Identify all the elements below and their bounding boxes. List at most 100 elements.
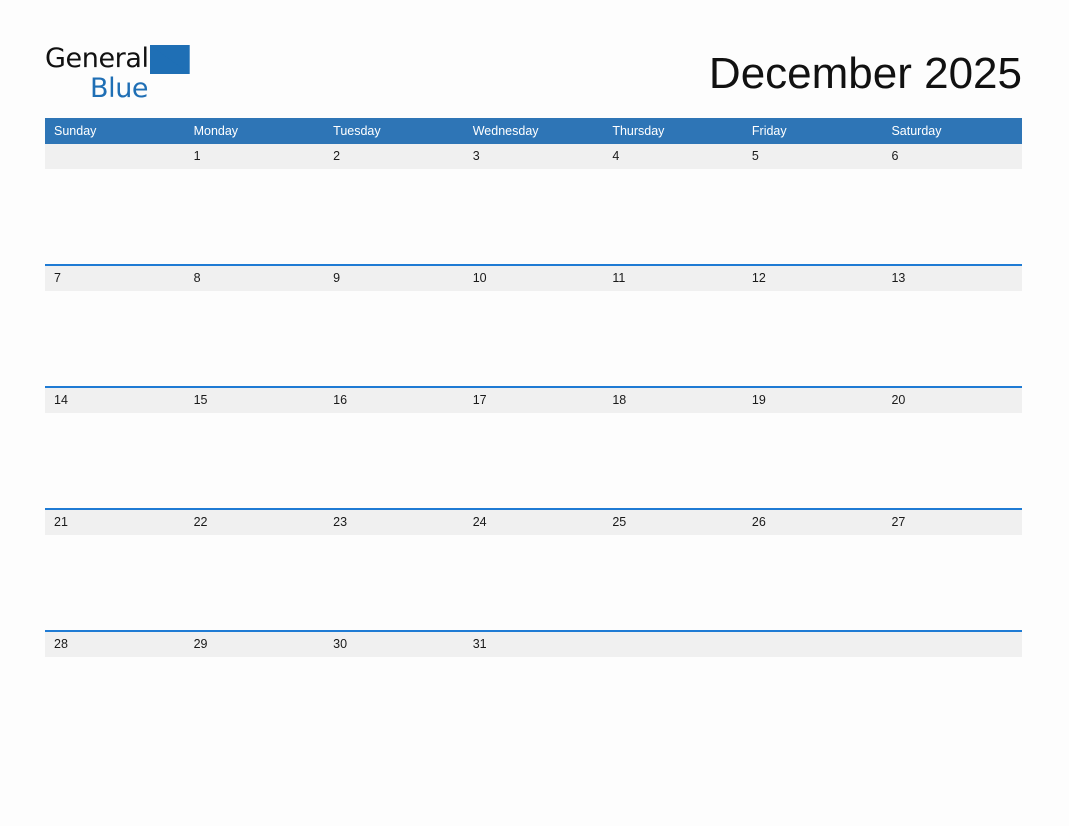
day-note-area[interactable] [743,535,883,630]
date-cell[interactable]: 22 [185,510,325,535]
date-cell[interactable]: 13 [882,266,1022,291]
date-cell[interactable]: 21 [45,510,185,535]
calendar-week-row: 14 15 16 17 18 19 20 [45,386,1022,508]
date-cell[interactable]: 9 [324,266,464,291]
calendar-grid: Sunday Monday Tuesday Wednesday Thursday… [45,118,1022,752]
day-note-area[interactable] [882,535,1022,630]
date-cell[interactable] [743,632,883,657]
day-note-area[interactable] [185,413,325,508]
date-cell[interactable]: 29 [185,632,325,657]
date-cell[interactable]: 28 [45,632,185,657]
day-note-area[interactable] [324,535,464,630]
date-cell[interactable] [603,632,743,657]
logo-text-general: General [45,43,149,74]
day-note-area[interactable] [882,291,1022,386]
week-note-band [45,535,1022,630]
day-note-area[interactable] [324,291,464,386]
week-date-band: 7 8 9 10 11 12 13 [45,266,1022,291]
date-cell[interactable]: 24 [464,510,604,535]
day-note-area[interactable] [603,657,743,752]
day-note-area[interactable] [603,169,743,264]
week-note-band [45,657,1022,752]
day-note-area[interactable] [45,291,185,386]
day-note-area[interactable] [324,413,464,508]
date-cell[interactable]: 11 [603,266,743,291]
day-note-area[interactable] [185,657,325,752]
date-cell[interactable]: 17 [464,388,604,413]
date-cell[interactable]: 5 [743,144,883,169]
day-note-area[interactable] [743,291,883,386]
date-cell[interactable]: 25 [603,510,743,535]
weekday-header-friday: Friday [751,124,787,138]
date-cell[interactable]: 10 [464,266,604,291]
day-note-area[interactable] [464,291,604,386]
day-note-area[interactable] [324,657,464,752]
day-note-area[interactable] [464,413,604,508]
date-cell[interactable]: 12 [743,266,883,291]
day-note-area[interactable] [45,535,185,630]
date-cell[interactable]: 27 [882,510,1022,535]
date-cell[interactable]: 31 [464,632,604,657]
date-cell[interactable]: 8 [185,266,325,291]
day-note-area[interactable] [603,535,743,630]
day-note-area[interactable] [45,413,185,508]
day-note-area[interactable] [185,291,325,386]
week-date-band: 14 15 16 17 18 19 20 [45,388,1022,413]
date-cell[interactable]: 2 [324,144,464,169]
day-note-area[interactable] [882,657,1022,752]
week-date-band: 21 22 23 24 25 26 27 [45,510,1022,535]
general-blue-logo[interactable]: General Blue [45,43,190,105]
day-note-area[interactable] [185,535,325,630]
date-cell[interactable]: 18 [603,388,743,413]
date-cell[interactable] [45,144,185,169]
date-cell[interactable]: 3 [464,144,604,169]
calendar-week-row: 21 22 23 24 25 26 27 [45,508,1022,630]
day-note-area[interactable] [882,169,1022,264]
logo-text-blue: Blue [90,73,149,104]
date-cell[interactable]: 15 [185,388,325,413]
week-date-band: 1 2 3 4 5 6 [45,144,1022,169]
calendar-week-row: 28 29 30 31 [45,630,1022,752]
date-cell[interactable]: 1 [185,144,325,169]
page-title: December 2025 [708,49,1022,98]
day-note-area[interactable] [743,413,883,508]
weekday-header-row: Sunday Monday Tuesday Wednesday Thursday… [45,118,1022,144]
weekday-header-wednesday: Wednesday [472,124,539,138]
day-note-area[interactable] [324,169,464,264]
day-note-area[interactable] [882,413,1022,508]
weekday-header-monday: Monday [193,124,239,138]
date-cell[interactable]: 30 [324,632,464,657]
week-note-band [45,291,1022,386]
week-note-band [45,413,1022,508]
page-header: General Blue December 2025 [45,40,1022,108]
day-note-area[interactable] [45,169,185,264]
day-note-area[interactable] [743,169,883,264]
day-note-area[interactable] [464,535,604,630]
weekday-header-thursday: Thursday [612,124,665,138]
day-note-area[interactable] [464,657,604,752]
week-date-band: 28 29 30 31 [45,632,1022,657]
day-note-area[interactable] [464,169,604,264]
weekday-header-sunday: Sunday [54,124,97,138]
calendar-page: General Blue December 2025 Sunday Monday… [0,0,1069,826]
date-cell[interactable]: 19 [743,388,883,413]
date-cell[interactable]: 26 [743,510,883,535]
logo-top-row: General [45,43,190,75]
date-cell[interactable] [882,632,1022,657]
date-cell[interactable]: 4 [603,144,743,169]
date-cell[interactable]: 20 [882,388,1022,413]
day-note-area[interactable] [185,169,325,264]
date-cell[interactable]: 6 [882,144,1022,169]
weekday-header-saturday: Saturday [891,124,942,138]
date-cell[interactable]: 23 [324,510,464,535]
day-note-area[interactable] [603,291,743,386]
day-note-area[interactable] [45,657,185,752]
blue-triangle-icon [149,45,190,74]
calendar-week-row: 1 2 3 4 5 6 [45,144,1022,264]
week-note-band [45,169,1022,264]
day-note-area[interactable] [603,413,743,508]
day-note-area[interactable] [743,657,883,752]
date-cell[interactable]: 14 [45,388,185,413]
date-cell[interactable]: 16 [324,388,464,413]
date-cell[interactable]: 7 [45,266,185,291]
